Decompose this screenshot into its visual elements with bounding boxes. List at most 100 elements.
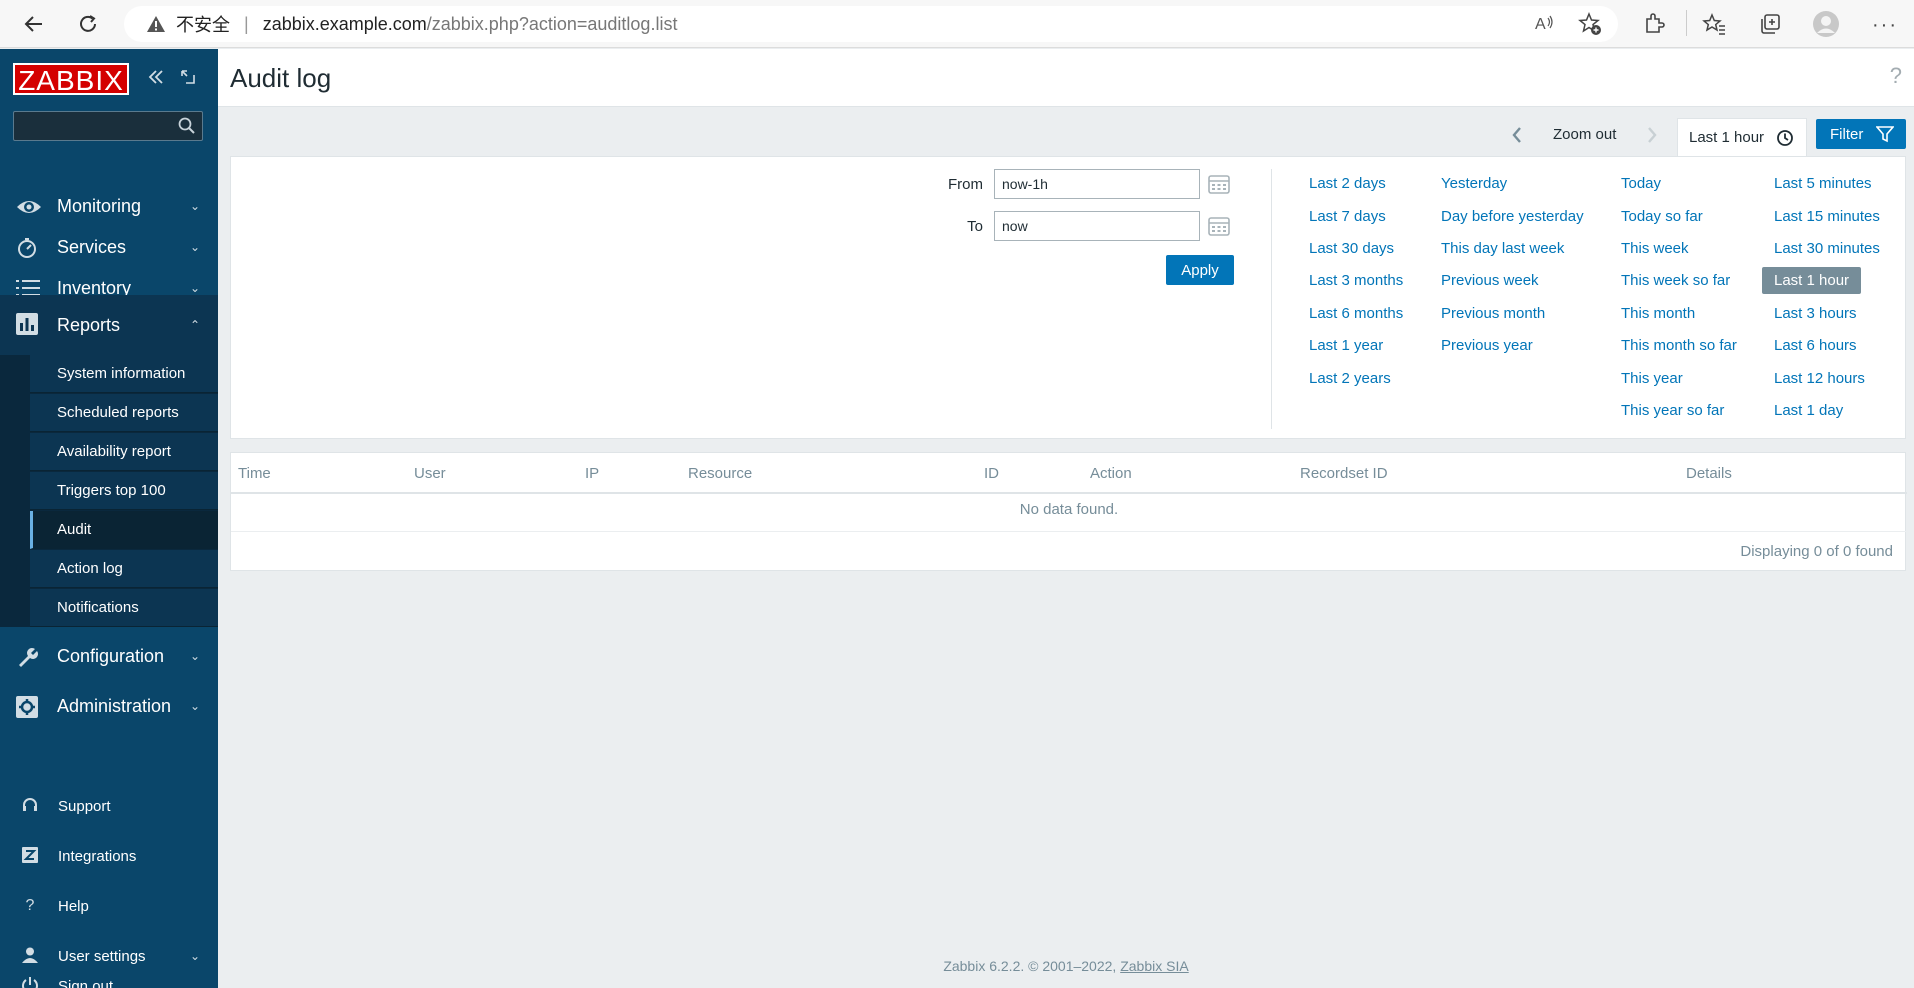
chevron-down-icon: ⌄	[189, 281, 200, 295]
column-header-time[interactable]: Time	[238, 465, 271, 482]
sidebar-user-settings-label: User settings	[58, 947, 146, 965]
quick-range-previous-year[interactable]: Previous year	[1441, 337, 1533, 354]
empty-table-message: No data found.	[1019, 501, 1119, 518]
quick-range-today[interactable]: Today	[1621, 175, 1661, 192]
quick-range-last-6-hours[interactable]: Last 6 hours	[1774, 337, 1857, 354]
wrench-icon	[16, 646, 40, 668]
favorites-icon[interactable]	[1702, 12, 1726, 39]
filter-tab-button[interactable]: Filter	[1816, 119, 1906, 149]
quick-range-last-1-day[interactable]: Last 1 day	[1774, 402, 1843, 419]
reload-icon[interactable]	[72, 8, 104, 40]
quick-range-last-2-years[interactable]: Last 2 years	[1309, 370, 1391, 387]
collections-icon[interactable]	[1758, 12, 1782, 39]
footer-company-link[interactable]: Zabbix SIA	[1120, 958, 1188, 974]
submenu-scheduled-reports[interactable]: Scheduled reports	[30, 394, 218, 432]
menu-monitoring-label: Monitoring	[57, 195, 142, 216]
quick-range-last-3-months[interactable]: Last 3 months	[1309, 272, 1403, 289]
profile-avatar-icon[interactable]	[1812, 10, 1840, 41]
calendar-icon[interactable]	[1208, 173, 1230, 195]
from-input[interactable]	[994, 169, 1200, 199]
quick-range-last-7-days[interactable]: Last 7 days	[1309, 208, 1386, 225]
search-icon[interactable]	[178, 117, 196, 138]
quick-range-this-month[interactable]: This month	[1621, 305, 1695, 322]
read-aloud-icon[interactable]: A	[1534, 12, 1556, 37]
quick-range-last-1-year[interactable]: Last 1 year	[1309, 337, 1383, 354]
chevron-down-icon: ⌄	[189, 949, 200, 963]
funnel-icon	[1875, 125, 1895, 147]
column-header-id: ID	[984, 465, 999, 482]
chevron-down-icon: ⌄	[189, 199, 200, 213]
quick-range-today-so-far[interactable]: Today so far	[1621, 208, 1703, 225]
collapse-sidebar-icon[interactable]	[146, 67, 166, 93]
sidebar: ZABBIX Monitoring ⌄ Services ⌄ Inventory…	[0, 49, 218, 988]
calendar-icon[interactable]	[1208, 215, 1230, 237]
quick-range-last-30-days[interactable]: Last 30 days	[1309, 240, 1394, 257]
column-header-resource: Resource	[688, 465, 753, 482]
quick-range-last-5-minutes[interactable]: Last 5 minutes	[1774, 175, 1872, 192]
submenu-notifications[interactable]: Notifications	[30, 589, 218, 627]
zabbix-logo[interactable]: ZABBIX	[13, 63, 129, 96]
menu-reports-label: Reports	[57, 314, 121, 335]
quick-range-last-15-minutes[interactable]: Last 15 minutes	[1774, 208, 1880, 225]
time-forward-icon[interactable]	[1640, 118, 1664, 152]
zoom-out-button[interactable]: Zoom out	[1553, 118, 1616, 152]
apply-button[interactable]: Apply	[1166, 255, 1234, 285]
submenu-availability-report[interactable]: Availability report	[30, 433, 218, 471]
quick-range-previous-month[interactable]: Previous month	[1441, 305, 1545, 322]
quick-range-last-2-days[interactable]: Last 2 days	[1309, 175, 1386, 192]
quick-range-day-before-yesterday[interactable]: Day before yesterday	[1441, 208, 1584, 225]
sidebar-help[interactable]: ? Help	[0, 886, 218, 926]
menu-administration-label: Administration	[57, 695, 172, 716]
browser-toolbar: 不安全 | zabbix.example.com/zabbix.php?acti…	[0, 0, 1914, 48]
quick-range-last-12-hours[interactable]: Last 12 hours	[1774, 370, 1865, 387]
quick-range-this-week[interactable]: This week	[1621, 240, 1689, 257]
quick-range-last-3-hours[interactable]: Last 3 hours	[1774, 305, 1857, 322]
column-header-details: Details	[1686, 465, 1732, 482]
more-options-icon[interactable]: ···	[1872, 14, 1898, 37]
table-header-divider	[231, 492, 1907, 494]
quick-range-last-30-minutes[interactable]: Last 30 minutes	[1774, 240, 1880, 257]
power-icon	[20, 976, 40, 988]
time-filter-panel: From To Apply Last 2 days Last 7 days La…	[230, 156, 1906, 439]
quick-range-this-day-last-week[interactable]: This day last week	[1441, 240, 1564, 257]
submenu-system-information[interactable]: System information	[30, 355, 218, 393]
filter-tab-label: Filter	[1830, 125, 1864, 143]
column-header-recordset-id: Recordset ID	[1300, 465, 1388, 482]
eye-icon	[16, 196, 41, 218]
filter-divider	[1271, 169, 1272, 429]
sidebar-support[interactable]: Support	[0, 786, 218, 826]
to-input[interactable]	[994, 211, 1200, 241]
submenu-audit[interactable]: Audit	[30, 511, 218, 549]
quick-range-this-year-so-far[interactable]: This year so far	[1621, 402, 1724, 419]
menu-administration[interactable]: Administration ⌄	[0, 681, 218, 731]
back-icon[interactable]	[18, 8, 50, 40]
tab-time-filter[interactable]: Last 1 hour	[1677, 118, 1807, 156]
svg-text:A: A	[1535, 16, 1546, 33]
question-icon: ?	[25, 897, 35, 914]
time-back-icon[interactable]	[1505, 118, 1529, 152]
quick-range-this-month-so-far[interactable]: This month so far	[1621, 337, 1737, 354]
quick-range-last-6-months[interactable]: Last 6 months	[1309, 305, 1403, 322]
menu-reports[interactable]: Reports ⌃	[0, 295, 218, 355]
quick-range-this-week-so-far[interactable]: This week so far	[1621, 272, 1730, 289]
table-row-divider	[231, 531, 1907, 532]
url-path: /zabbix.php?action=auditlog.list	[426, 13, 678, 34]
quick-range-yesterday[interactable]: Yesterday	[1441, 175, 1507, 192]
sidebar-search-input[interactable]	[13, 111, 203, 141]
kiosk-mode-icon[interactable]	[178, 67, 198, 93]
quick-range-previous-week[interactable]: Previous week	[1441, 272, 1539, 289]
chevron-up-icon: ⌃	[189, 318, 200, 332]
menu-services-label: Services	[57, 236, 127, 257]
help-icon[interactable]: ?	[1890, 63, 1902, 89]
sidebar-sign-out[interactable]: Sign out	[0, 966, 218, 988]
sidebar-integrations[interactable]: Integrations	[0, 836, 218, 876]
quick-range-this-year[interactable]: This year	[1621, 370, 1683, 387]
submenu-triggers-top-100[interactable]: Triggers top 100	[30, 472, 218, 510]
submenu-action-log[interactable]: Action log	[30, 550, 218, 588]
page-title: Audit log	[230, 63, 332, 93]
favorite-add-icon[interactable]	[1578, 12, 1602, 39]
quick-range-last-1-hour[interactable]: Last 1 hour	[1762, 267, 1862, 294]
extensions-icon[interactable]	[1642, 12, 1666, 39]
address-bar[interactable]: 不安全 | zabbix.example.com/zabbix.php?acti…	[124, 6, 1618, 42]
menu-configuration[interactable]: Configuration ⌄	[0, 631, 218, 681]
